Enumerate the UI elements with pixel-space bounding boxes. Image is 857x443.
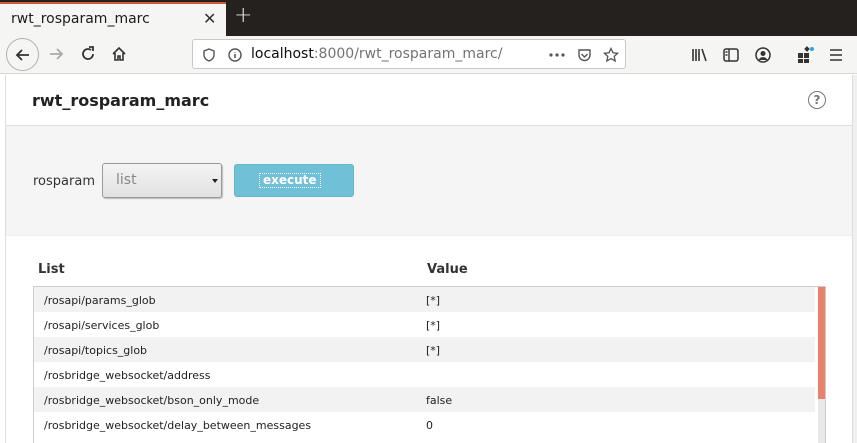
param-key: /rosbridge_websocket/bson_only_mode (44, 394, 260, 407)
back-arrow-icon (15, 48, 29, 61)
tab-title: rwt_rosparam_marc (11, 11, 150, 27)
rosparam-command-select[interactable]: list (102, 163, 222, 198)
param-table: /rosapi/params_glob [*] /rosapi/services… (33, 286, 826, 443)
back-button[interactable] (6, 38, 39, 71)
column-header-value: Value (427, 262, 468, 277)
browser-tab-bar: rwt_rosparam_marc ✕ + (0, 0, 857, 36)
app-panel: rwt_rosparam_marc ? rosparam list execut… (5, 75, 853, 443)
table-row[interactable]: /rosbridge_websocket/bson_only_mode fals… (34, 387, 815, 412)
page-actions-icon[interactable] (547, 45, 567, 65)
param-value: [*] (426, 344, 441, 357)
reload-button[interactable] (72, 38, 104, 70)
library-icon[interactable] (689, 44, 711, 66)
param-value: 0 (426, 419, 433, 432)
table-row[interactable]: /rosapi/services_glob [*] (34, 312, 815, 337)
panel-header: rwt_rosparam_marc ? (6, 75, 852, 126)
controls-area: rosparam list execute (6, 126, 852, 236)
param-key: /rosapi/params_glob (44, 294, 156, 307)
table-scroll-thumb[interactable] (818, 287, 825, 399)
table-scrollbar[interactable] (818, 287, 825, 443)
param-value: [*] (426, 294, 441, 307)
execute-button[interactable]: execute (234, 164, 354, 197)
execute-label: execute (259, 173, 321, 188)
page-title: rwt_rosparam_marc (32, 91, 210, 110)
rosparam-label: rosparam (33, 174, 95, 189)
url-host: localhost (251, 46, 314, 62)
pocket-icon[interactable] (574, 45, 594, 65)
table-row[interactable]: /rosapi/params_glob [*] (34, 287, 815, 312)
home-icon (112, 46, 126, 61)
table-row[interactable]: /rosapi/topics_glob [*] (34, 337, 815, 362)
param-key: /rosapi/topics_glob (44, 344, 148, 357)
new-tab-icon[interactable]: + (234, 3, 252, 28)
param-value: false (426, 394, 453, 407)
select-value: list (116, 172, 137, 188)
dropdown-arrow-icon (212, 179, 218, 183)
column-header-list: List (38, 262, 65, 277)
info-icon[interactable] (225, 45, 245, 65)
param-key: /rosapi/services_glob (44, 319, 160, 332)
account-icon[interactable] (752, 44, 774, 66)
url-path: :8000/rwt_rosparam_marc/ (313, 46, 503, 62)
hamburger-menu-icon[interactable] (825, 44, 847, 66)
browser-tab[interactable]: rwt_rosparam_marc ✕ (0, 2, 226, 36)
home-button[interactable] (103, 38, 135, 70)
forward-arrow-icon (50, 48, 64, 60)
bookmark-star-icon[interactable] (601, 45, 621, 65)
forward-button[interactable] (40, 38, 72, 70)
table-row[interactable]: /rosbridge_websocket/address (34, 362, 815, 387)
browser-nav-bar: localhost:8000/rwt_rosparam_marc/ (0, 36, 857, 74)
page-scrollbar[interactable] (853, 75, 857, 443)
shield-icon[interactable] (199, 45, 219, 65)
param-key: /rosbridge_websocket/delay_between_messa… (44, 419, 312, 432)
sidebar-icon[interactable] (720, 44, 742, 66)
table-row[interactable]: /rosbridge_websocket/delay_between_messa… (34, 412, 815, 437)
help-icon[interactable]: ? (808, 91, 826, 109)
extensions-icon[interactable] (794, 44, 816, 66)
page-content: rwt_rosparam_marc ? rosparam list execut… (0, 75, 857, 443)
close-tab-icon[interactable]: ✕ (203, 9, 216, 28)
url-bar[interactable]: localhost:8000/rwt_rosparam_marc/ (192, 39, 626, 69)
param-key: /rosbridge_websocket/address (44, 369, 211, 382)
url-text: localhost:8000/rwt_rosparam_marc/ (251, 46, 502, 62)
reload-icon (82, 46, 94, 60)
param-value: [*] (426, 319, 441, 332)
